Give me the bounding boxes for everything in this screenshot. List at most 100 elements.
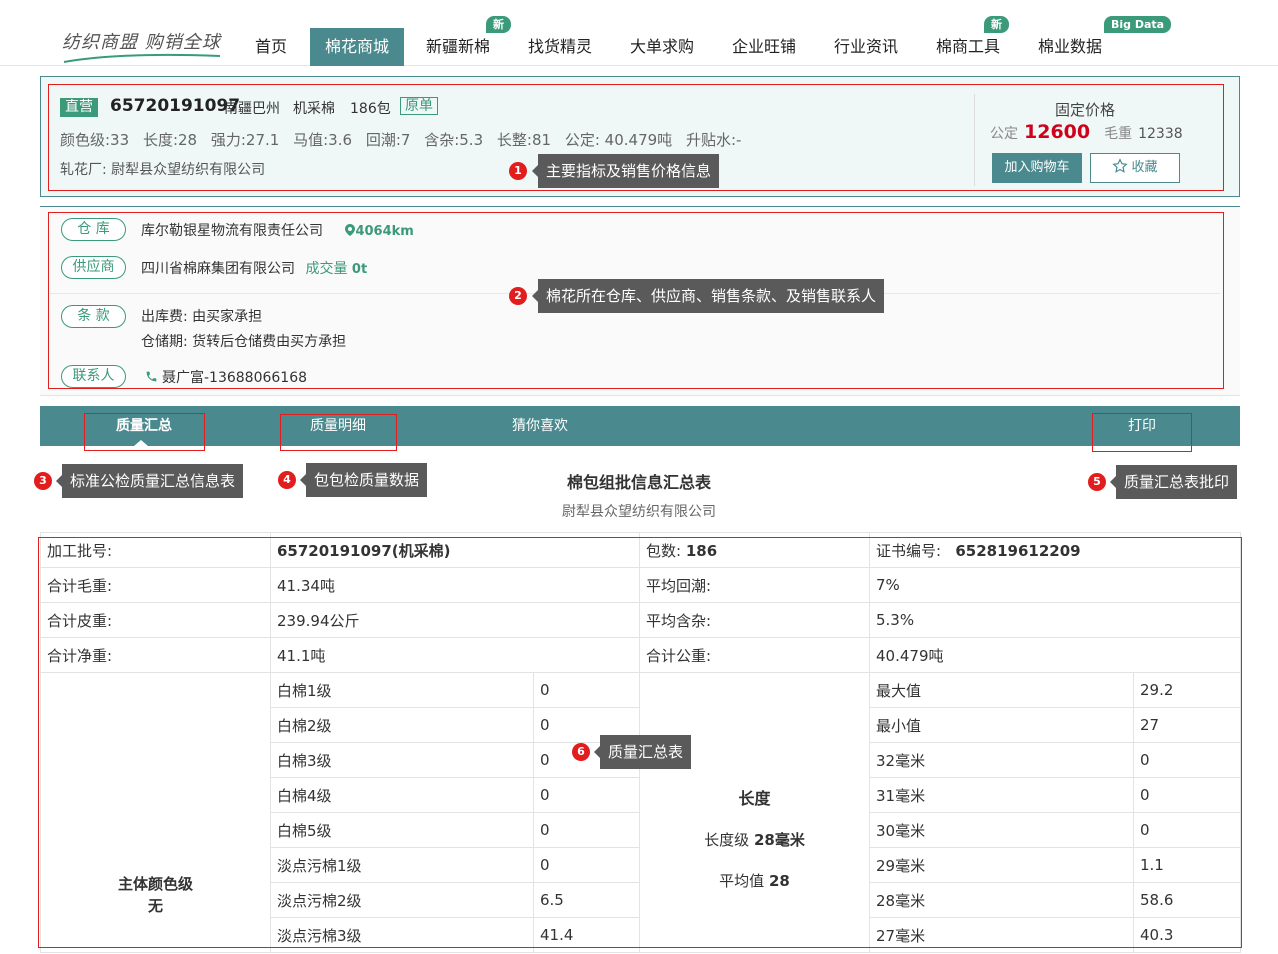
annotation-label-2: 棉花所在仓库、供应商、销售条款、及销售联系人 [531, 279, 885, 313]
length-avg-value: 28 [768, 872, 790, 890]
annotation-marker-2: 2 [509, 287, 527, 305]
length-row-name: 31毫米 [869, 777, 1134, 813]
batch-label: 加工批号: [40, 532, 271, 568]
supplier-volume: 0t [351, 262, 368, 277]
region: 南疆巴州 [224, 101, 280, 117]
terms-line-2: 仓储期: 货转后仓储费由买方承担 [141, 334, 347, 350]
main-color-grade-cell: 主体颜色级 无 [40, 672, 271, 953]
ginnery: 轧花厂: 尉犁县众望纺织有限公司 [60, 162, 266, 178]
length-row-name: 27毫米 [869, 917, 1134, 953]
cert-value: 652819612209 [955, 541, 1081, 560]
table-row: 合计皮重: 239.94公斤 平均含杂: 5.3% [40, 602, 1241, 638]
row-value: 41.1吨 [270, 637, 640, 673]
terms-line-1: 出库费: 由买家承担 [141, 309, 263, 325]
nav-item-label: 新疆新棉 [425, 37, 490, 56]
tab-quality-detail[interactable]: 质量明细 [280, 406, 396, 446]
tab-print[interactable]: 打印 [1092, 406, 1192, 446]
warehouse-name[interactable]: 库尔勒银星物流有限责任公司 [141, 223, 323, 239]
index-premium: 升贴水:- [685, 131, 742, 149]
index-moisture: 回潮:7 [365, 131, 411, 149]
gross-value: 12338 [1138, 126, 1183, 142]
bale-count: 186包 [350, 101, 391, 117]
batch-value: 65720191097(机采棉) [270, 532, 640, 568]
color-grade-name: 白棉1级 [270, 672, 534, 708]
main-color-grade-label: 主体颜色级 [117, 875, 193, 893]
length-row-name: 29毫米 [869, 847, 1134, 883]
phone-icon [146, 371, 157, 382]
color-grade-value: 6.5 [533, 882, 640, 918]
nav-cotton-mall[interactable]: 棉花商城 [310, 28, 404, 66]
main-color-grade-value: 无 [147, 897, 163, 915]
supplier-name[interactable]: 四川省棉麻集团有限公司 [141, 261, 295, 277]
color-grade-name: 白棉4级 [270, 777, 534, 813]
tab-you-may-like[interactable]: 猜你喜欢 [480, 406, 600, 446]
length-row-value: 0 [1133, 742, 1241, 778]
warehouse-row: 库尔勒银星物流有限责任公司 4064km [141, 220, 414, 240]
row-value: 239.94公斤 [270, 602, 640, 638]
add-to-cart-button[interactable]: 加入购物车 [992, 153, 1082, 183]
row-value: 41.34吨 [270, 567, 640, 603]
annotation-label-1: 主要指标及销售价格信息 [531, 154, 720, 188]
index-conditioned-weight: 公定: 40.479吨 [564, 131, 673, 149]
length-row-name: 最小值 [869, 707, 1134, 743]
length-row-name: 32毫米 [869, 742, 1134, 778]
bales-cell: 包数: 186 [639, 532, 870, 568]
length-row-value: 58.6 [1133, 882, 1241, 918]
row-label: 合计公重: [639, 637, 870, 673]
index-strength: 强力:27.1 [210, 131, 280, 149]
cert-cell: 证书编号: 652819612209 [869, 532, 1241, 568]
table-row: 加工批号: 65720191097(机采棉) 包数: 186 证书编号: 652… [40, 532, 1241, 568]
length-row-value: 29.2 [1133, 672, 1241, 708]
nav-industry-news[interactable]: 行业资讯 [818, 28, 914, 66]
length-average: 平均值 28 [646, 870, 863, 891]
pick-type: 机采棉 [293, 101, 335, 117]
bales-value: 186 [685, 541, 718, 560]
bales-label: 包数: [646, 541, 682, 560]
index-length: 长度:28 [142, 131, 198, 149]
top-header: 纺织商盟 购销全球 首页 棉花商城 新疆新棉 新 找货精灵 大单求购 企业旺铺 … [0, 0, 1278, 66]
index-color-grade: 颜色级:33 [60, 131, 130, 149]
color-grade-name: 淡点污棉1级 [270, 847, 534, 883]
annotation-label-5: 质量汇总表批印 [1109, 465, 1238, 499]
annotation-label-6: 质量汇总表 [593, 735, 692, 769]
color-grade-value: 0 [533, 672, 640, 708]
supplier-pill: 供应商 [61, 256, 126, 279]
new-badge: 新 [486, 16, 511, 33]
active-tab-caret-icon [134, 440, 148, 446]
contact-row: 聂广富-13688066168 [145, 367, 307, 387]
favorite-button[interactable]: 收藏 [1090, 153, 1180, 183]
logo-swoosh-icon [63, 53, 221, 63]
site-logo[interactable]: 纺织商盟 购销全球 [62, 28, 221, 54]
quality-tabs: 质量汇总 质量明细 猜你喜欢 打印 [40, 406, 1240, 446]
big-data-badge: Big Data [1104, 16, 1172, 33]
nav-xinjiang-new-cotton[interactable]: 新疆新棉 新 [412, 16, 511, 66]
row-label: 合计毛重: [40, 567, 271, 603]
price-value: 12600 [1024, 121, 1091, 143]
color-grade-value: 0 [533, 812, 640, 848]
nav-home[interactable]: 首页 [236, 28, 306, 66]
location-pin-icon [345, 224, 356, 236]
color-grade-name: 白棉5级 [270, 812, 534, 848]
length-grade-value: 28毫米 [753, 831, 805, 849]
row-value: 7% [869, 567, 1241, 603]
nav-enterprise-shops[interactable]: 企业旺铺 [716, 28, 812, 66]
length-title: 长度 [738, 789, 771, 808]
original-tag: 原单 [400, 97, 438, 115]
summary-subtitle: 尉犁县众望纺织有限公司 [562, 504, 716, 520]
nav-cotton-tools[interactable]: 棉商工具 新 [920, 16, 1016, 66]
batch-number: 65720191097 [110, 96, 241, 116]
length-summary-cell: 长度 长度级 28毫米 平均值 28 [639, 672, 870, 953]
nav-bulk-purchase[interactable]: 大单求购 [614, 28, 710, 66]
price-title: 固定价格 [1055, 101, 1116, 119]
row-label: 合计皮重: [40, 602, 271, 638]
price-label: 公定 [990, 126, 1018, 142]
length-row-value: 0 [1133, 812, 1241, 848]
nav-goods-finder[interactable]: 找货精灵 [512, 28, 608, 66]
annotation-marker-4: 4 [278, 471, 296, 489]
supplier-row: 四川省棉麻集团有限公司 成交量 0t [141, 258, 367, 278]
nav-cotton-data[interactable]: 棉业数据 Big Data [1022, 16, 1172, 66]
index-micronaire: 马值:3.6 [293, 131, 353, 149]
annotation-marker-1: 1 [509, 162, 527, 180]
contact-value[interactable]: 聂广富-13688066168 [162, 370, 307, 386]
divider [974, 94, 975, 186]
